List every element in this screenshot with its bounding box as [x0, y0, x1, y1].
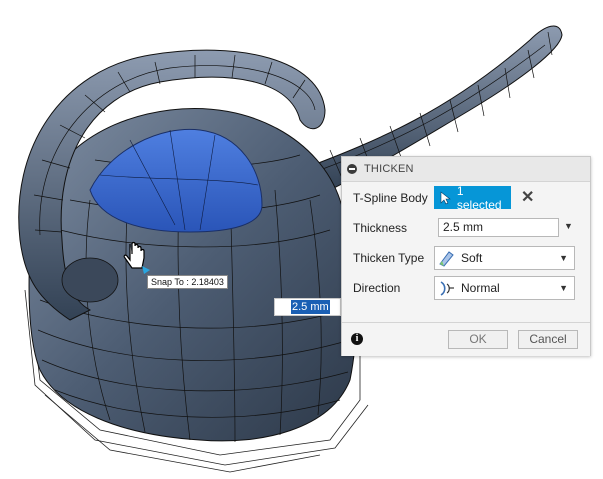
direction-row: Direction Normal ▼	[342, 275, 590, 301]
collapse-icon[interactable]	[347, 164, 357, 174]
selection-count: 1 selected	[456, 183, 502, 212]
dialog-footer: i OK Cancel	[342, 322, 590, 356]
clear-selection-icon[interactable]: ✕	[521, 187, 534, 207]
hand-cursor-icon	[123, 241, 150, 274]
cancel-button[interactable]: Cancel	[518, 330, 578, 349]
thickness-row: Thickness 2.5 mm ▼	[342, 215, 590, 241]
normal-direction-icon	[440, 280, 454, 296]
select-cursor-icon	[440, 190, 451, 204]
handle-lug	[61, 257, 119, 303]
info-icon[interactable]: i	[351, 333, 363, 345]
t-spline-body-row: T-Spline Body 1 selected ✕	[342, 183, 590, 212]
thicken-type-label: Thicken Type	[353, 251, 425, 265]
t-spline-body-selection-button[interactable]: 1 selected	[434, 183, 511, 212]
ok-button[interactable]: OK	[448, 330, 508, 349]
canvas-thickness-value: 2.5 mm	[291, 300, 330, 314]
snap-tooltip: Snap To : 2.18403	[147, 275, 228, 289]
dialog-title: THICKEN	[364, 163, 414, 175]
direction-value: Normal	[461, 281, 500, 295]
direction-select[interactable]: Normal ▼	[434, 276, 575, 300]
thickness-input[interactable]: 2.5 mm	[438, 218, 559, 237]
t-spline-body-label: T-Spline Body	[353, 191, 428, 205]
thickness-label: Thickness	[353, 221, 408, 235]
canvas-thickness-input[interactable]: 2.5 mm	[274, 298, 341, 316]
thickness-dropdown-icon[interactable]: ▼	[564, 221, 573, 231]
soft-thicken-icon	[439, 250, 454, 267]
thicken-type-row: Thicken Type Soft ▼	[342, 245, 590, 271]
dialog-header: THICKEN	[342, 157, 590, 182]
thicken-dialog: THICKEN T-Spline Body 1 selected ✕ Thick…	[341, 156, 591, 356]
chevron-down-icon: ▼	[559, 253, 568, 263]
chevron-down-icon: ▼	[559, 283, 568, 293]
direction-label: Direction	[353, 281, 401, 295]
thicken-type-select[interactable]: Soft ▼	[434, 246, 575, 270]
thicken-type-value: Soft	[461, 251, 483, 265]
